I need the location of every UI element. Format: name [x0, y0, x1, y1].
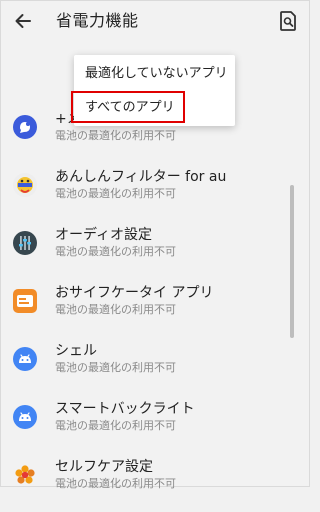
- app-status: 電池の最適化の利用不可: [55, 187, 176, 200]
- app-name: シェル: [55, 343, 97, 359]
- wallet-app-icon: [12, 288, 38, 314]
- app-status: 電池の最適化の利用不可: [55, 303, 176, 316]
- page-title: 省電力機能: [56, 11, 139, 30]
- menu-item-label: 最適化していないアプリ: [85, 66, 228, 81]
- scrollbar-thumb[interactable]: [290, 185, 294, 338]
- list-item-audio-settings[interactable]: オーディオ設定 電池の最適化の利用不可: [1, 222, 301, 280]
- app-name: おサイフケータイ アプリ: [55, 285, 214, 301]
- menu-item-not-optimized[interactable]: 最適化していないアプリ: [74, 57, 235, 91]
- selfcare-flower-icon: [12, 462, 38, 488]
- app-status: 電池の最適化の利用不可: [55, 361, 176, 374]
- search-button[interactable]: [277, 9, 299, 33]
- app-status: 電池の最適化の利用不可: [55, 245, 176, 258]
- app-name: あんしんフィルター for au: [55, 169, 227, 185]
- app-name: オーディオ設定: [55, 227, 153, 243]
- list-item-smart-backlight[interactable]: スマートバックライト 電池の最適化の利用不可: [1, 396, 301, 454]
- back-button[interactable]: [10, 8, 36, 34]
- search-document-icon: [280, 11, 296, 31]
- arrow-left-icon: [15, 14, 31, 28]
- app-status: 電池の最適化の利用不可: [55, 129, 176, 142]
- message-app-icon: [12, 114, 38, 140]
- audio-settings-icon: [12, 230, 38, 256]
- filter-app-icon: [12, 172, 38, 198]
- list-item-shell[interactable]: シェル 電池の最適化の利用不可: [1, 338, 301, 396]
- app-status: 電池の最適化の利用不可: [55, 477, 176, 490]
- menu-item-label: すべてのアプリ: [85, 100, 175, 115]
- android-icon: [12, 346, 38, 372]
- list-item-osaifu-keitai[interactable]: おサイフケータイ アプリ 電池の最適化の利用不可: [1, 280, 301, 338]
- filter-dropdown-menu: 最適化していないアプリ すべてのアプリ: [74, 55, 235, 126]
- list-item-selfcare-settings[interactable]: セルフケア設定 電池の最適化の利用不可: [1, 454, 301, 512]
- app-list: +メッセージ 電池の最適化の利用不可 あんしんフィルター for au 電池の最…: [1, 106, 301, 512]
- android-icon: [12, 404, 38, 430]
- app-name: スマートバックライト: [55, 401, 195, 417]
- screen: 省電力機能 +メッセージ 電池の最適化の利用不可: [0, 0, 310, 490]
- app-name: セルフケア設定: [55, 459, 153, 475]
- app-bar: 省電力機能: [1, 1, 309, 43]
- menu-item-all-apps[interactable]: すべてのアプリ: [74, 91, 235, 125]
- app-status: 電池の最適化の利用不可: [55, 419, 176, 432]
- list-item-anshin-filter[interactable]: あんしんフィルター for au 電池の最適化の利用不可: [1, 164, 301, 222]
